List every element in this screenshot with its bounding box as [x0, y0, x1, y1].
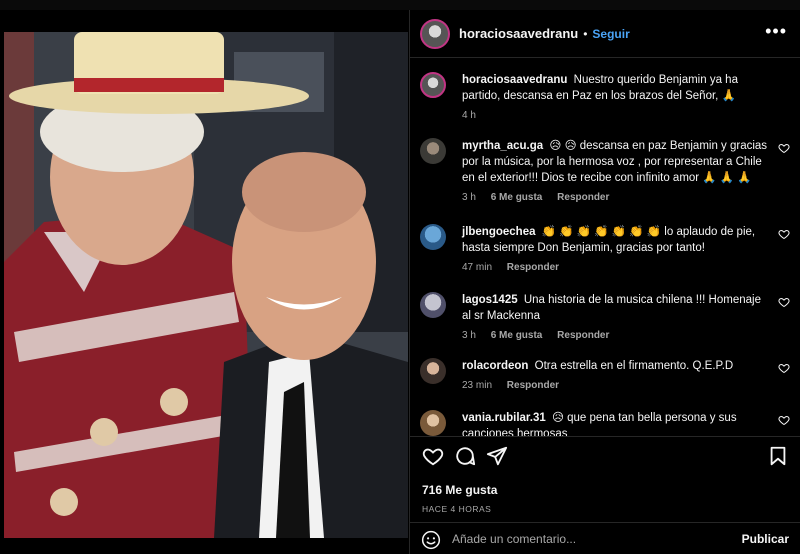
more-options-icon[interactable]: ••• — [765, 22, 787, 40]
reply-button[interactable]: Responder — [557, 192, 609, 203]
comment-username[interactable]: rolacordeon — [462, 360, 528, 372]
comment-username[interactable]: jlbengoechea — [462, 226, 536, 238]
post-image — [4, 32, 408, 538]
commenter-avatar[interactable] — [420, 358, 446, 384]
posted-time: HACE 4 HORAS — [422, 504, 492, 514]
comment-time[interactable]: 23 min — [462, 380, 492, 391]
reply-button[interactable]: Responder — [507, 262, 559, 273]
bookmark-icon[interactable] — [767, 445, 789, 467]
commenter-avatar[interactable] — [420, 138, 446, 164]
post-header: horaciosaavedranu • Seguir ••• — [410, 10, 800, 58]
author-username[interactable]: horaciosaavedranu — [459, 26, 578, 41]
comment-icon[interactable] — [454, 445, 476, 467]
reply-button[interactable]: Responder — [507, 380, 559, 391]
comment-likes[interactable]: 6 Me gusta — [491, 192, 543, 203]
comment-likes[interactable]: 6 Me gusta — [491, 330, 543, 341]
comment-username[interactable]: lagos1425 — [462, 294, 518, 306]
header-separator: • — [583, 26, 588, 41]
commenter-avatar[interactable] — [420, 410, 446, 436]
caption-avatar[interactable] — [420, 72, 446, 98]
author-avatar[interactable] — [420, 18, 450, 49]
comments-list[interactable]: horaciosaavedranu Nuestro querido Benjam… — [410, 58, 800, 436]
caption-time[interactable]: 4 h — [462, 110, 476, 121]
emoji-icon[interactable] — [421, 530, 441, 550]
reply-button[interactable]: Responder — [557, 330, 609, 341]
comment-text: Otra estrella en el firmamento. Q.E.P.D — [534, 360, 734, 372]
heart-icon[interactable] — [422, 445, 444, 467]
share-icon[interactable] — [486, 445, 508, 467]
likes-count[interactable]: 716 Me gusta — [422, 483, 497, 497]
comment-username[interactable]: myrtha_acu.ga — [462, 140, 543, 152]
comment-time[interactable]: 3 h — [462, 192, 476, 203]
heart-icon[interactable] — [778, 228, 790, 240]
follow-button[interactable]: Seguir — [592, 27, 629, 41]
comment-input[interactable] — [452, 529, 712, 549]
top-backdrop — [0, 0, 800, 10]
caption-username[interactable]: horaciosaavedranu — [462, 74, 567, 86]
heart-icon[interactable] — [778, 414, 790, 426]
comment-time[interactable]: 3 h — [462, 330, 476, 341]
comment-username[interactable]: vania.rubilar.31 — [462, 412, 546, 424]
publish-button[interactable]: Publicar — [742, 532, 789, 546]
comment-time[interactable]: 47 min — [462, 262, 492, 273]
add-comment-bar: Publicar — [410, 522, 800, 554]
commenter-avatar[interactable] — [420, 224, 446, 250]
post-details-pane: horaciosaavedranu • Seguir ••• horaciosa… — [409, 10, 800, 554]
commenter-avatar[interactable] — [420, 292, 446, 318]
heart-icon[interactable] — [778, 362, 790, 374]
heart-icon[interactable] — [778, 142, 790, 154]
heart-icon[interactable] — [778, 296, 790, 308]
post-photo[interactable] — [4, 32, 408, 538]
